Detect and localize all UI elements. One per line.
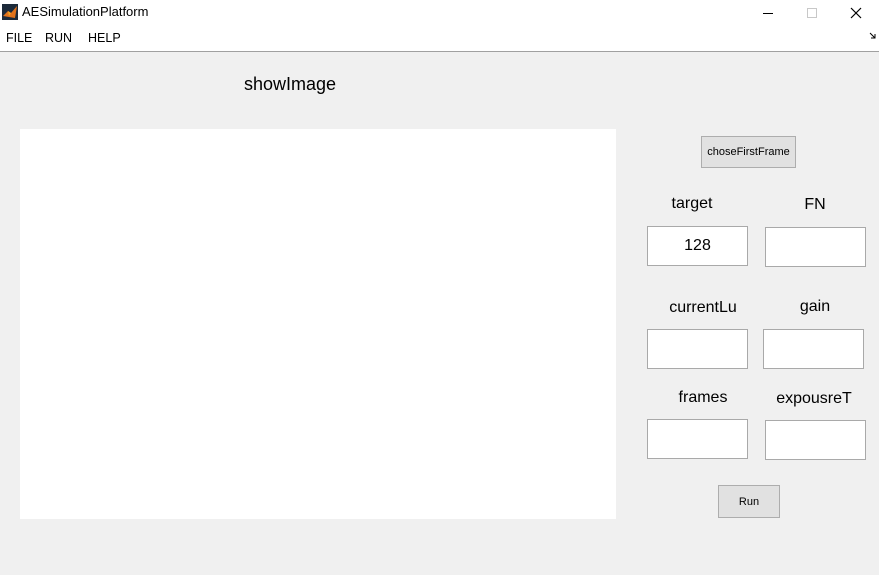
run-button[interactable]: Run — [718, 485, 780, 518]
menu-file[interactable]: FILE — [6, 31, 32, 45]
fn-field[interactable] — [765, 227, 866, 267]
menu-bar: FILE RUN HELP — [0, 26, 879, 52]
gain-label: gain — [799, 298, 831, 315]
title-bar: AESimulationPlatform — [0, 0, 879, 26]
exposure-t-field[interactable] — [765, 420, 866, 460]
current-lu-label: currentLu — [669, 299, 737, 316]
menu-run[interactable]: RUN — [45, 31, 72, 45]
minimize-button[interactable] — [745, 0, 791, 26]
maximize-button[interactable] — [789, 0, 835, 26]
gain-field[interactable] — [763, 329, 864, 369]
target-field[interactable]: 128 — [647, 226, 748, 266]
frames-label: frames — [678, 389, 728, 406]
close-button[interactable] — [833, 0, 879, 26]
exposure-t-label: expousreT — [776, 390, 852, 407]
target-label: target — [671, 195, 713, 212]
window-title: AESimulationPlatform — [22, 4, 149, 19]
matlab-icon — [2, 4, 18, 20]
close-icon — [850, 7, 862, 19]
minimize-icon — [763, 13, 773, 14]
maximize-icon — [807, 8, 817, 18]
menu-help[interactable]: HELP — [88, 31, 121, 45]
frames-field[interactable] — [647, 419, 748, 459]
current-lu-field[interactable] — [647, 329, 748, 369]
image-title: showImage — [244, 74, 337, 94]
image-axes — [20, 129, 616, 519]
choose-first-frame-button[interactable]: choseFirstFrame — [701, 136, 796, 168]
toolbar-toggle-icon[interactable] — [869, 32, 877, 40]
fn-label: FN — [804, 196, 826, 213]
